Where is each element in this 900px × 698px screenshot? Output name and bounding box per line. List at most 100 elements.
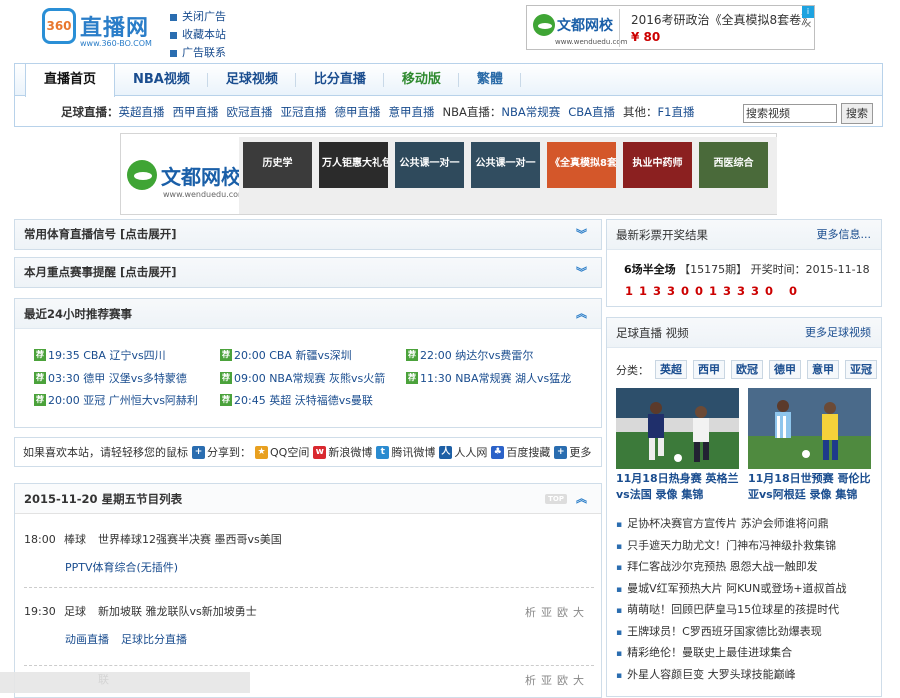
schedule-match: 新加坡联 雅龙联队vs新加坡勇士 — [98, 605, 257, 618]
schedule-links: PPTV体育综合(无插件) — [65, 559, 282, 575]
schedule-odds-links[interactable]: 析亚欧大 — [525, 604, 589, 620]
lottery-more-link[interactable]: 更多信息... — [817, 220, 872, 250]
banner-thumb[interactable]: 万人钜惠大礼包 — [319, 142, 388, 188]
video-category-tab[interactable]: 亚冠 — [845, 360, 877, 379]
video-category-tab[interactable]: 意甲 — [807, 360, 839, 379]
chevron-up-icon[interactable]: ︽ — [576, 299, 587, 329]
schedule-link[interactable]: 足球比分直播 — [121, 633, 187, 646]
top-badge[interactable]: TOP — [545, 494, 567, 504]
top-advertisement[interactable]: 文都网校 www.wenduedu.com 2016考研政治《全真模拟8套卷》 … — [526, 5, 815, 50]
link-epl[interactable]: 英超直播 — [119, 105, 165, 119]
plus-icon[interactable]: + — [192, 445, 205, 459]
video-caption-1[interactable]: 11月18日热身赛 英格兰vs法国 录像 集锦 — [616, 471, 744, 503]
share-link[interactable]: 人人网 — [454, 444, 487, 460]
link-f1[interactable]: F1直播 — [658, 105, 695, 119]
tab-football-video[interactable]: 足球视频 — [208, 64, 296, 96]
news-item[interactable]: 王牌球员！C罗西班牙国家德比劲爆表现 — [616, 621, 878, 643]
recommend-link[interactable]: 20:00 亚冠 广州恒大vs阿赫利 — [48, 392, 198, 408]
chevron-up-icon[interactable]: ︽ — [576, 484, 587, 514]
share-link[interactable]: QQ空间 — [270, 444, 309, 460]
recommend-link[interactable]: 20:00 CBA 新疆vs深圳 — [234, 347, 352, 363]
banner-advertisement[interactable]: 文都网校 www.wenduedu.com 历史学 万人钜惠大礼包 公共课一对一 公共… — [120, 133, 777, 215]
recommend-link[interactable]: 20:45 英超 沃特福德vs曼联 — [234, 392, 373, 408]
panel-monthly-events[interactable]: 本月重点赛事提醒 [点击展开] ︾ — [14, 257, 602, 288]
close-ads-link[interactable]: 关闭广告 — [182, 8, 226, 26]
video-thumbnail-colombia-argentina[interactable] — [748, 388, 871, 469]
schedule-line: 18:00 棒球 世界棒球12强赛半决赛 墨西哥vs美国 — [24, 531, 282, 547]
news-item[interactable]: 外星人容颜巨变 大罗头球技能巅峰 — [616, 664, 878, 686]
banner-brand-name: 文都网校 — [161, 164, 241, 189]
bookmark-link[interactable]: 收藏本站 — [182, 26, 226, 44]
site-logo[interactable]: 360 直播网 www.360-BO.COM — [42, 8, 162, 54]
schedule-odds-links[interactable]: 析亚欧大 — [525, 672, 589, 688]
recommend-cell: 荐 20:00 CBA 新疆vs深圳 — [220, 347, 406, 363]
recommend-badge-icon: 荐 — [406, 371, 418, 384]
chevron-down-icon[interactable]: ︾ — [576, 258, 587, 287]
link-cba[interactable]: CBA直播 — [568, 105, 615, 119]
video-category-tab[interactable]: 德甲 — [769, 360, 801, 379]
news-item[interactable]: 拜仁客战沙尔克预热 恩怨大战一触即发 — [616, 556, 878, 578]
banner-brand-logo: 文都网校 — [127, 160, 241, 190]
video-category-tab[interactable]: 西甲 — [693, 360, 725, 379]
chevron-down-icon[interactable]: ︾ — [576, 220, 587, 249]
schedule-link[interactable]: PPTV体育综合(无插件) — [65, 561, 178, 574]
ad-contact-link[interactable]: 广告联系 — [182, 44, 226, 62]
share-to-label[interactable]: 分享到： — [207, 444, 251, 460]
tab-mobile[interactable]: 移动版 — [384, 64, 459, 96]
video-caption-2[interactable]: 11月18日世预赛 哥伦比亚vs阿根廷 录像 集锦 — [748, 471, 876, 503]
panel-title[interactable]: 本月重点赛事提醒 [点击展开] — [24, 265, 177, 279]
weibo-icon[interactable]: w — [313, 445, 327, 459]
share-link[interactable]: 腾讯微博 — [391, 444, 435, 460]
tab-nba-video[interactable]: NBA视频 — [115, 64, 208, 96]
link-afc[interactable]: 亚冠直播 — [281, 105, 327, 119]
tab-traditional[interactable]: 繁體 — [459, 64, 521, 96]
news-item[interactable]: 曼城V红军预热大片 阿KUN或登场+道叔首战 — [616, 578, 878, 600]
ad-info-icon[interactable]: i — [802, 6, 814, 18]
link-nba[interactable]: NBA常规赛 — [501, 105, 560, 119]
banner-thumb[interactable]: 公共课一对一 — [471, 142, 540, 188]
search-input[interactable]: 搜索视频 — [743, 104, 837, 123]
renren-icon[interactable]: 人 — [439, 445, 453, 459]
video-category-tab[interactable]: 英超 — [655, 360, 687, 379]
tab-home[interactable]: 直播首页 — [25, 64, 116, 97]
panel-title[interactable]: 常用体育直播信号 [点击展开] — [24, 227, 177, 241]
more-icon[interactable]: + — [554, 445, 568, 459]
schedule-link[interactable]: 动画直播 — [65, 633, 109, 646]
recommend-link[interactable]: 11:30 NBA常规赛 湖人vs猛龙 — [420, 370, 571, 386]
banner-thumb[interactable]: 历史学 — [243, 142, 312, 188]
share-link[interactable]: 新浪微博 — [328, 444, 372, 460]
recommend-link[interactable]: 03:30 德甲 汉堡vs多特蒙德 — [48, 370, 187, 386]
recommend-cell: 荐 11:30 NBA常规赛 湖人vs猛龙 — [406, 370, 571, 386]
news-item[interactable]: 精彩绝伦！曼联史上最佳进球集合 — [616, 642, 878, 664]
panel-signals[interactable]: 常用体育直播信号 [点击展开] ︾ — [14, 219, 602, 250]
ad-title[interactable]: 2016考研政治《全真模拟8套卷》 — [631, 11, 813, 28]
banner-thumb[interactable]: 西医综合 — [699, 142, 768, 188]
link-ucl[interactable]: 欧冠直播 — [227, 105, 273, 119]
recommend-link[interactable]: 09:00 NBA常规赛 灰熊vs火箭 — [234, 370, 385, 386]
link-bundesliga[interactable]: 德甲直播 — [335, 105, 381, 119]
banner-thumb[interactable]: 《全真模拟8套卷》 — [547, 142, 616, 188]
video-more-link[interactable]: 更多足球视频 — [805, 318, 871, 348]
share-link[interactable]: 更多 — [569, 444, 591, 460]
qzone-icon[interactable]: ★ — [255, 445, 268, 459]
tencent-weibo-icon[interactable]: t — [376, 445, 390, 459]
baidu-icon[interactable]: ♣ — [491, 445, 505, 459]
search-button[interactable]: 搜索 — [841, 103, 873, 124]
video-category-tab[interactable]: 欧冠 — [731, 360, 763, 379]
banner-thumb[interactable]: 公共课一对一 — [395, 142, 464, 188]
news-item[interactable]: 只手遮天力助尤文！门神布冯神级扑救集锦 — [616, 535, 878, 557]
recommend-link[interactable]: 19:35 CBA 辽宁vs四川 — [48, 347, 166, 363]
news-item[interactable]: 萌萌哒！回顾巴萨皇马15位球星的孩提时代 — [616, 599, 878, 621]
bullet-icon — [170, 13, 177, 21]
close-icon[interactable]: ✕ — [802, 20, 814, 32]
video-thumbnail-england-france[interactable] — [616, 388, 739, 469]
link-seriea[interactable]: 意甲直播 — [389, 105, 435, 119]
share-link[interactable]: 百度搜藏 — [506, 444, 550, 460]
link-laliga[interactable]: 西甲直播 — [173, 105, 219, 119]
news-item[interactable]: 足协杯决赛官方宣传片 苏沪会师谁将问鼎 — [616, 513, 878, 535]
recommend-link[interactable]: 22:00 纳达尔vs费雷尔 — [420, 347, 533, 363]
banner-thumb[interactable]: 执业中药师 — [623, 142, 692, 188]
tab-live-score[interactable]: 比分直播 — [296, 64, 384, 96]
video-categories: 分类： 英超 西甲 欧冠 德甲 意甲 亚冠 — [616, 360, 877, 379]
lottery-game[interactable]: 6场半全场 — [624, 263, 676, 276]
